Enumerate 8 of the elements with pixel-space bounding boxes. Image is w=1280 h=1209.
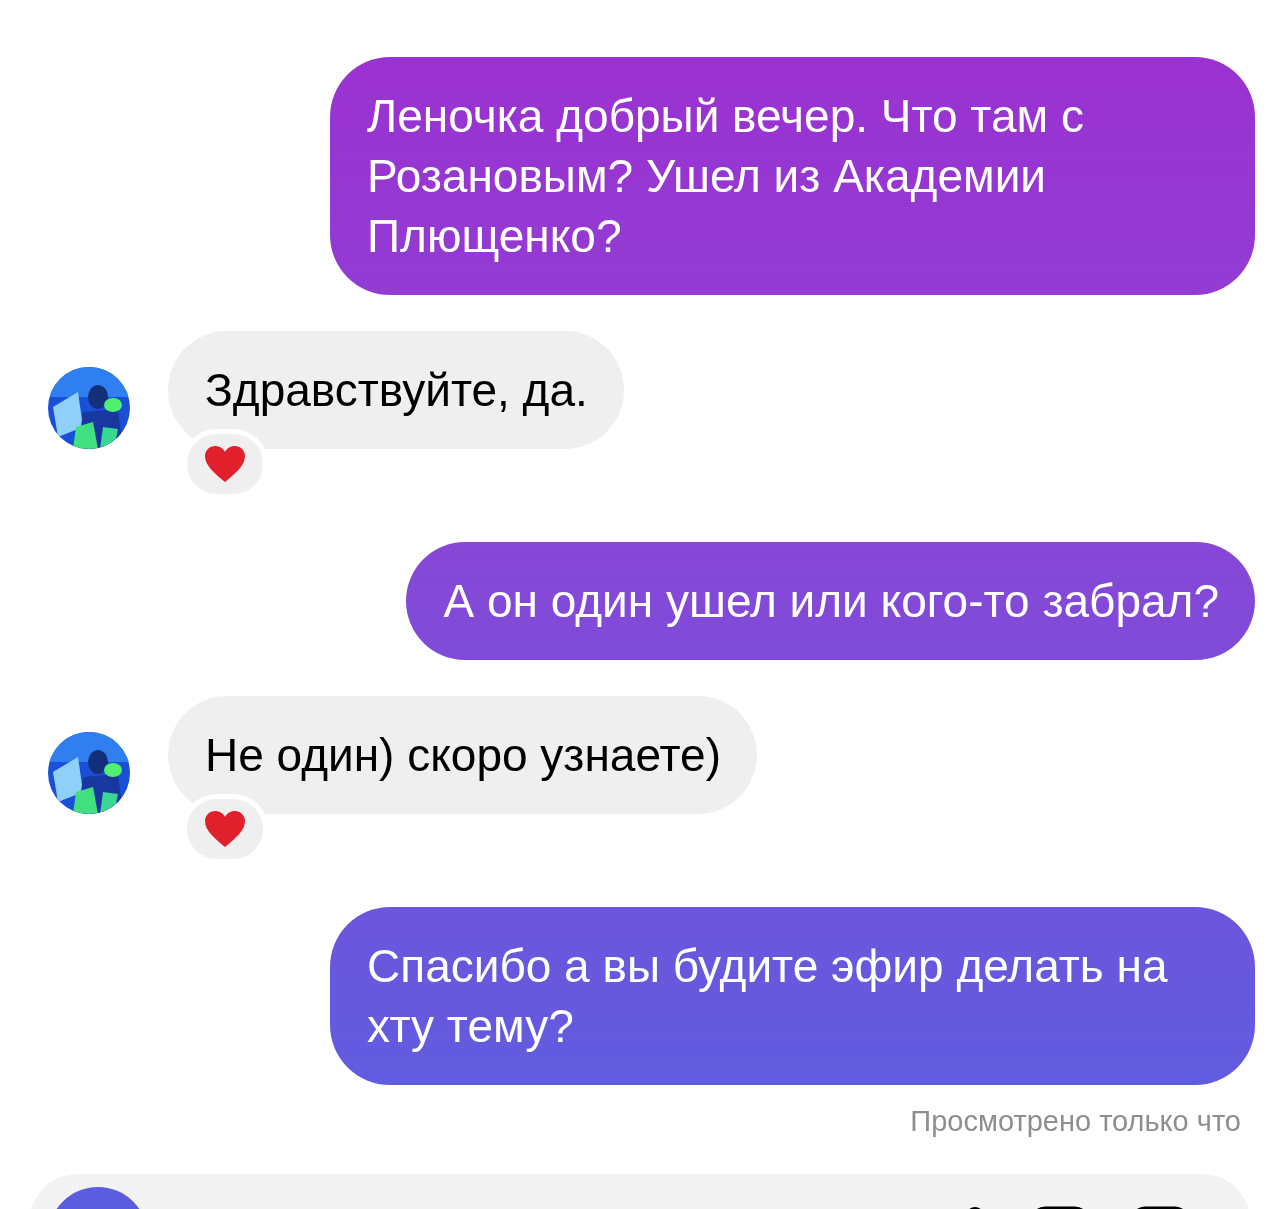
message-bubble: Здравствуйте, да.: [168, 331, 624, 449]
message-bubble: Леночка добрый вечер. Что там с Розановым? Ушел из Академии Плющенко?: [330, 57, 1255, 295]
message-bubble: Спасибо а вы будите эфир делать на хту тему?: [330, 907, 1255, 1085]
message-bubble: А он один ушел или кого-то забрал?: [406, 542, 1255, 660]
message-bubble: Не один) скоро узнаете): [168, 696, 757, 814]
heart-icon: [203, 809, 247, 849]
seen-status: Просмотрено только что: [910, 1105, 1241, 1138]
heart-icon: [203, 444, 247, 484]
